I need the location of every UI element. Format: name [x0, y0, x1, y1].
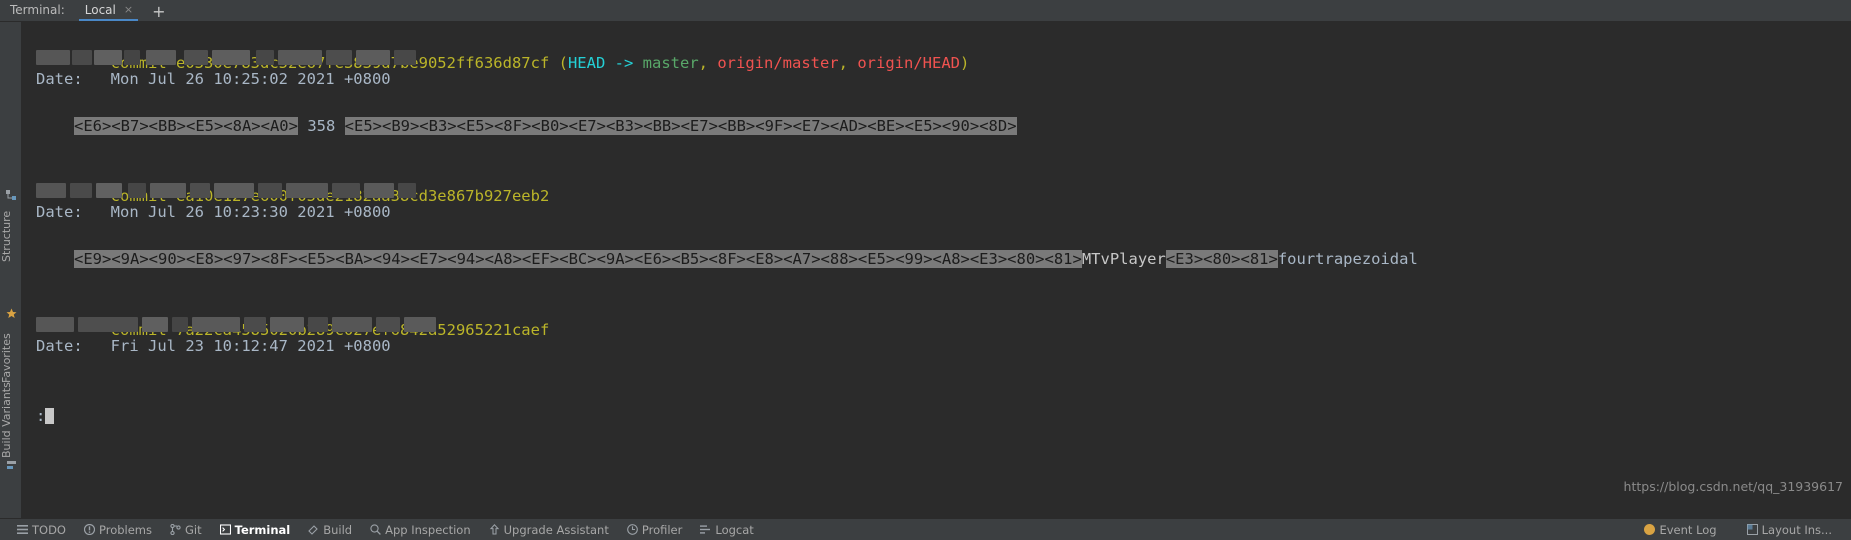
status-bar-item-git[interactable]: Git	[161, 520, 211, 540]
date-value: Mon Jul 26 10:25:02 2021 +0800	[110, 69, 391, 88]
terminal-prompt-line[interactable]: :	[36, 405, 1851, 429]
commit-message-line: <E6><B7><BB><E5><8A><A0> 358 <E5><B9><B3…	[36, 115, 1851, 139]
author-line-redacted	[36, 183, 1851, 201]
date-line: Date: Fri Jul 23 10:12:47 2021 +0800	[36, 335, 1851, 359]
status-bar-item-upgrade-assistant[interactable]: Upgrade Assistant	[480, 520, 618, 540]
profiler-icon	[627, 524, 638, 535]
author-line-redacted	[36, 316, 1851, 335]
status-bar-item-problems[interactable]: Problems	[75, 520, 161, 540]
status-bar-right-group: Event Log Layout Ins...	[1635, 520, 1845, 540]
watermark: https://blog.csdn.net/qq_31939617	[1623, 479, 1843, 494]
star-icon[interactable]	[6, 308, 17, 319]
structure-icon[interactable]	[6, 190, 17, 201]
commit-header-line: commit e0330e783dc52e67fe3839d7be9052ff6…	[36, 28, 1851, 72]
status-bar-item-label: TODO	[32, 522, 66, 537]
ide-body: Structure Favorites Build Variants commi…	[0, 22, 1851, 518]
message-segment: 358	[307, 116, 336, 135]
close-icon[interactable]: ×	[124, 0, 133, 20]
status-bar-item-label: Logcat	[715, 522, 754, 537]
status-bar-item-label: Profiler	[641, 522, 683, 537]
message-segment: <E5><B9><B3><E5><8F><B0><E7><B3><BB><E7>…	[344, 116, 1017, 135]
message-segment: <E9><9A><90><E8><97><8F><E5><BA><94><E7>…	[74, 250, 1082, 268]
terminal-icon	[219, 524, 231, 535]
upgrade-assistant-icon	[489, 524, 500, 535]
git-branch-icon	[170, 524, 181, 535]
status-bar-item-profiler[interactable]: Profiler	[618, 520, 692, 540]
status-bar-item-label: Event Log	[1659, 522, 1717, 537]
date-line: Date: Mon Jul 26 10:23:30 2021 +0800	[36, 201, 1851, 225]
commit-message-line: <E9><9A><90><E8><97><8F><E5><BA><94><E7>…	[36, 248, 1851, 272]
status-bar-item-terminal[interactable]: Terminal	[211, 520, 300, 540]
sidebar-item-label: Build Variants	[0, 382, 13, 458]
status-bar-item-logcat[interactable]: Logcat	[691, 520, 762, 540]
status-bar-item-label: Build	[323, 522, 353, 537]
status-bar-item-label: Git	[185, 522, 202, 537]
build-hammer-icon	[308, 524, 319, 535]
add-terminal-tab-icon[interactable]: +	[152, 3, 165, 21]
terminal-output[interactable]: commit e0330e783dc52e67fe3839d7be9052ff6…	[22, 22, 1851, 518]
status-bar-item-label: Layout Ins...	[1761, 522, 1832, 537]
status-bar-item-event-log[interactable]: Event Log	[1635, 520, 1725, 540]
logcat-icon	[700, 524, 711, 535]
status-bar-item-todo[interactable]: TODO	[8, 520, 75, 540]
status-bar-item-label: App Inspection	[385, 522, 471, 537]
terminal-tab-label: Local	[84, 2, 116, 17]
status-bar-item-label: Problems	[98, 522, 152, 537]
terminal-tab-bar: Terminal: Local × +	[0, 0, 1851, 22]
status-bar-item-app-inspection[interactable]: App Inspection	[361, 520, 480, 540]
app-inspection-icon	[370, 524, 381, 535]
status-bar-item-layout-inspector[interactable]: Layout Ins...	[1738, 520, 1841, 540]
ide-window: Terminal: Local × + Structure Favorites	[0, 0, 1851, 540]
message-segment: <E3><80><81>	[1165, 250, 1278, 268]
terminal-tab-local[interactable]: Local ×	[78, 0, 139, 21]
problems-icon	[83, 524, 95, 535]
author-line-redacted	[36, 49, 1851, 68]
message-segment: fourtrapezoidal	[1277, 250, 1418, 268]
status-bar-item-label: Terminal	[234, 522, 291, 537]
todo-icon	[17, 524, 28, 535]
layout-inspector-icon	[1746, 524, 1758, 535]
status-bar-item-build[interactable]: Build	[299, 520, 361, 540]
sidebar-item-structure[interactable]: Structure	[0, 204, 22, 268]
sidebar-item-build-variants[interactable]: Build Variants	[0, 372, 22, 468]
date-value: Fri Jul 23 10:12:47 2021 +0800	[110, 336, 391, 355]
date-value: Mon Jul 26 10:23:30 2021 +0800	[110, 203, 391, 221]
commit-header-line: commit 7a22ca4585020b289c027ef6842a52965…	[36, 295, 1851, 339]
status-bar: TODO Problems Git Terminal Build App Ins…	[0, 518, 1851, 540]
sidebar-item-label: Structure	[0, 210, 13, 262]
status-bar-item-label: Upgrade Assistant	[503, 522, 609, 537]
event-log-icon	[1644, 524, 1656, 535]
left-tool-strip: Structure Favorites Build Variants	[0, 22, 22, 518]
message-segment: MTvPlayer	[1081, 250, 1166, 268]
terminal-panel-title: Terminal:	[10, 3, 65, 17]
commit-header-line: commit ea10e127e600f05de2182aa38cd3e867b…	[36, 162, 1851, 205]
